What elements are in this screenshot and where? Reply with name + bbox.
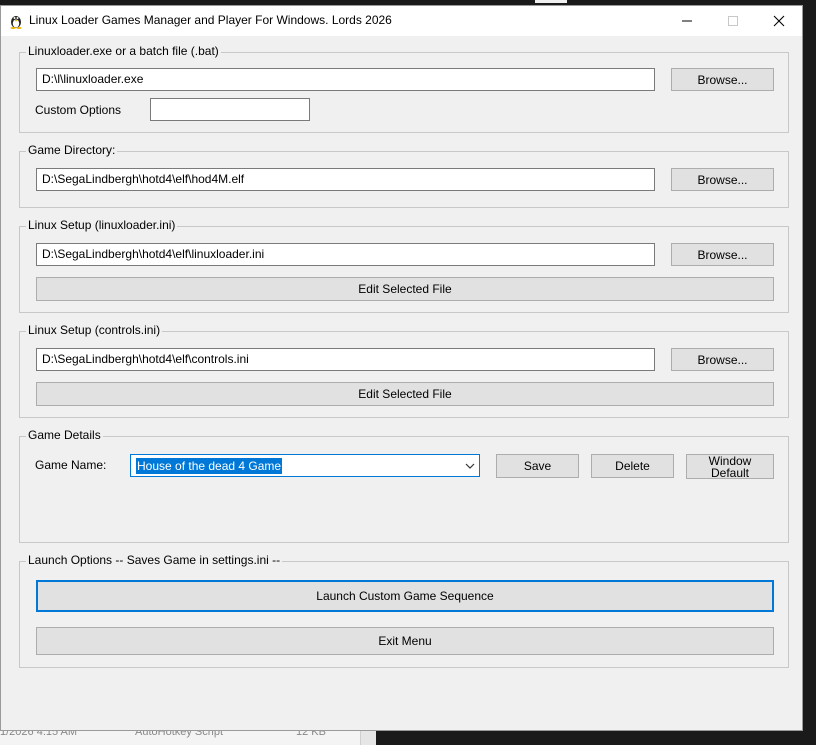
- minimize-icon: [682, 20, 692, 22]
- close-button[interactable]: [756, 6, 802, 36]
- game-directory-input[interactable]: D:\SegaLindbergh\hotd4\elf\hod4M.elf: [36, 168, 655, 191]
- controls-setup-legend: Linux Setup (controls.ini): [26, 323, 163, 337]
- main-window: Linux Loader Games Manager and Player Fo…: [0, 5, 803, 731]
- loader-browse-button[interactable]: Browse...: [671, 68, 774, 91]
- loader-path-input[interactable]: D:\l\linuxloader.exe: [36, 68, 655, 91]
- window-default-line1: Window: [708, 453, 752, 468]
- exit-menu-button[interactable]: Exit Menu: [36, 627, 774, 655]
- game-name-selected-value: House of the dead 4 Game: [136, 458, 283, 474]
- linux-setup-input[interactable]: D:\SegaLindbergh\hotd4\elf\linuxloader.i…: [36, 243, 655, 266]
- controls-setup-edit-button[interactable]: Edit Selected File: [36, 382, 774, 406]
- custom-options-label: Custom Options: [35, 103, 122, 117]
- title-bar[interactable]: Linux Loader Games Manager and Player Fo…: [1, 6, 802, 36]
- linux-setup-browse-button[interactable]: Browse...: [671, 243, 774, 266]
- linux-setup-legend: Linux Setup (linuxloader.ini): [26, 218, 178, 232]
- game-directory-group: Game Directory: D:\SegaLindbergh\hotd4\e…: [19, 143, 789, 208]
- delete-button[interactable]: Delete: [591, 454, 674, 478]
- controls-setup-input[interactable]: D:\SegaLindbergh\hotd4\elf\controls.ini: [36, 348, 655, 371]
- game-name-select[interactable]: House of the dead 4 Game: [130, 454, 480, 477]
- window-title: Linux Loader Games Manager and Player Fo…: [29, 13, 392, 27]
- linux-penguin-icon: [8, 13, 24, 29]
- game-directory-browse-button[interactable]: Browse...: [671, 168, 774, 191]
- background-window-edge: [535, 0, 567, 3]
- window-default-button[interactable]: Window Default: [686, 454, 774, 479]
- game-name-label: Game Name:: [35, 458, 107, 472]
- custom-options-input[interactable]: [150, 98, 310, 121]
- maximize-icon: [728, 16, 738, 26]
- close-icon: [773, 15, 785, 27]
- window-default-line2: Default: [710, 465, 750, 480]
- launch-options-group: Launch Options -- Saves Game in settings…: [19, 553, 789, 668]
- linux-setup-edit-button[interactable]: Edit Selected File: [36, 277, 774, 301]
- game-details-group: Game Details Game Name: House of the dea…: [19, 428, 789, 543]
- chevron-down-icon[interactable]: [463, 458, 477, 473]
- linux-setup-group: Linux Setup (linuxloader.ini) D:\SegaLin…: [19, 218, 789, 313]
- game-details-legend: Game Details: [26, 428, 103, 442]
- controls-setup-group: Linux Setup (controls.ini) D:\SegaLindbe…: [19, 323, 789, 418]
- controls-setup-browse-button[interactable]: Browse...: [671, 348, 774, 371]
- maximize-button[interactable]: [710, 6, 756, 36]
- launch-custom-game-button[interactable]: Launch Custom Game Sequence: [36, 580, 774, 612]
- loader-group: Linuxloader.exe or a batch file (.bat) D…: [19, 44, 789, 133]
- minimize-button[interactable]: [664, 6, 710, 36]
- game-directory-legend: Game Directory:: [26, 143, 118, 157]
- launch-options-legend: Launch Options -- Saves Game in settings…: [26, 553, 283, 567]
- loader-group-legend: Linuxloader.exe or a batch file (.bat): [26, 44, 221, 58]
- save-button[interactable]: Save: [496, 454, 579, 478]
